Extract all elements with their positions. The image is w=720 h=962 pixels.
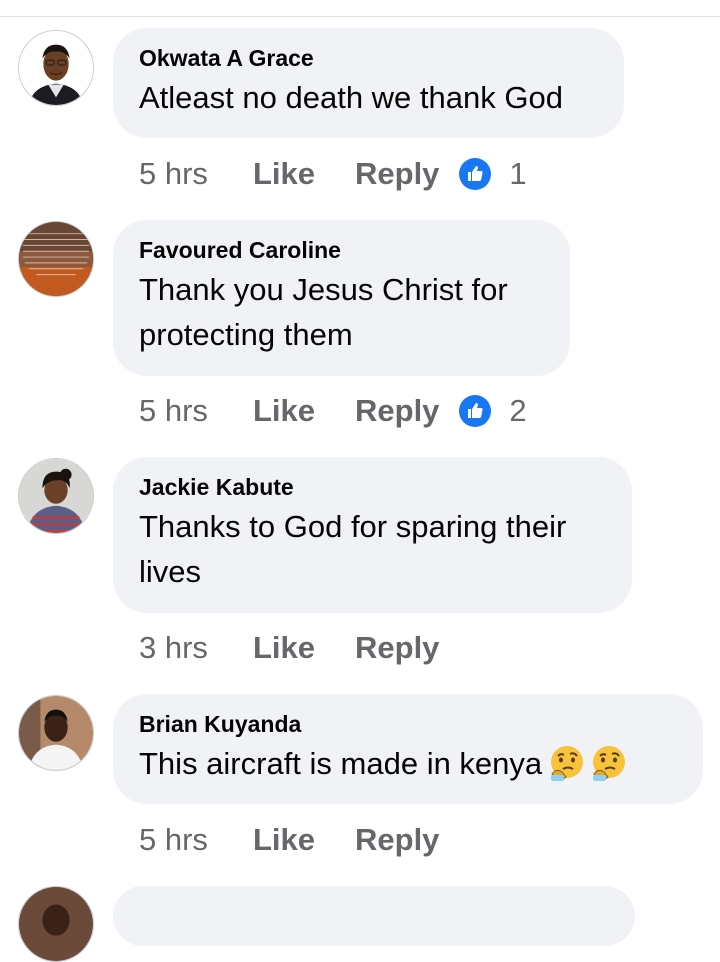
comment-bubble: Okwata A Grace Atleast no death we thank… (113, 28, 624, 138)
comment-author[interactable]: Okwata A Grace (139, 44, 598, 72)
reply-button[interactable]: Reply (355, 822, 439, 858)
reaction-count: 2 (509, 393, 527, 428)
avatar[interactable] (18, 695, 94, 771)
like-button[interactable]: Like (253, 393, 355, 429)
comment-author[interactable]: Favoured Caroline (139, 236, 544, 264)
reaction-count: 1 (509, 156, 527, 191)
comment-text-line: protecting them (139, 317, 353, 352)
comment-text-line: Thanks to God for sparing their (139, 509, 567, 544)
comment-time[interactable]: 5 hrs (139, 393, 253, 429)
comment-text: Atleast no death we thank God (139, 80, 563, 115)
comment-text: Thanks to God for sparing their lives (139, 504, 606, 594)
comment-text-line: This aircraft is made in kenya (139, 746, 543, 781)
comment-actions: 3 hrs Like Reply (139, 628, 459, 668)
like-button[interactable]: Like (253, 630, 355, 666)
comment-bubble (113, 886, 635, 946)
comment-text: This aircraft is made in kenya (139, 741, 677, 786)
comment-time[interactable]: 3 hrs (139, 630, 253, 666)
reply-button[interactable]: Reply (355, 156, 439, 192)
reply-button[interactable]: Reply (355, 630, 439, 666)
comment-actions: 5 hrs Like Reply (139, 820, 459, 860)
thinking-face-emoji (593, 745, 626, 781)
like-button[interactable]: Like (253, 156, 355, 192)
avatar[interactable] (18, 30, 94, 106)
thinking-face-emoji (551, 745, 584, 781)
like-button[interactable]: Like (253, 822, 355, 858)
comment-bubble: Jackie Kabute Thanks to God for sparing … (113, 457, 632, 613)
avatar[interactable] (18, 886, 94, 962)
comment-text-line: lives (139, 554, 202, 589)
comment-time[interactable]: 5 hrs (139, 156, 253, 192)
comment-actions: 5 hrs Like Reply 1 (139, 154, 527, 194)
comment-bubble: Brian Kuyanda This aircraft is made in k… (113, 694, 703, 804)
avatar[interactable] (18, 458, 94, 534)
comment-bubble: Favoured Caroline Thank you Jesus Christ… (113, 220, 570, 376)
comment-time[interactable]: 5 hrs (139, 822, 253, 858)
like-reaction-icon[interactable] (459, 158, 492, 190)
top-divider (0, 16, 720, 17)
comment-text-line: Thank you Jesus Christ for (139, 272, 508, 307)
comment-author[interactable]: Jackie Kabute (139, 473, 606, 501)
avatar[interactable] (18, 221, 94, 297)
reply-button[interactable]: Reply (355, 393, 439, 429)
comment-actions: 5 hrs Like Reply 2 (139, 391, 527, 431)
comment-text: Thank you Jesus Christ for protecting th… (139, 267, 544, 357)
like-reaction-icon[interactable] (459, 395, 492, 427)
comment-author[interactable]: Brian Kuyanda (139, 710, 677, 738)
